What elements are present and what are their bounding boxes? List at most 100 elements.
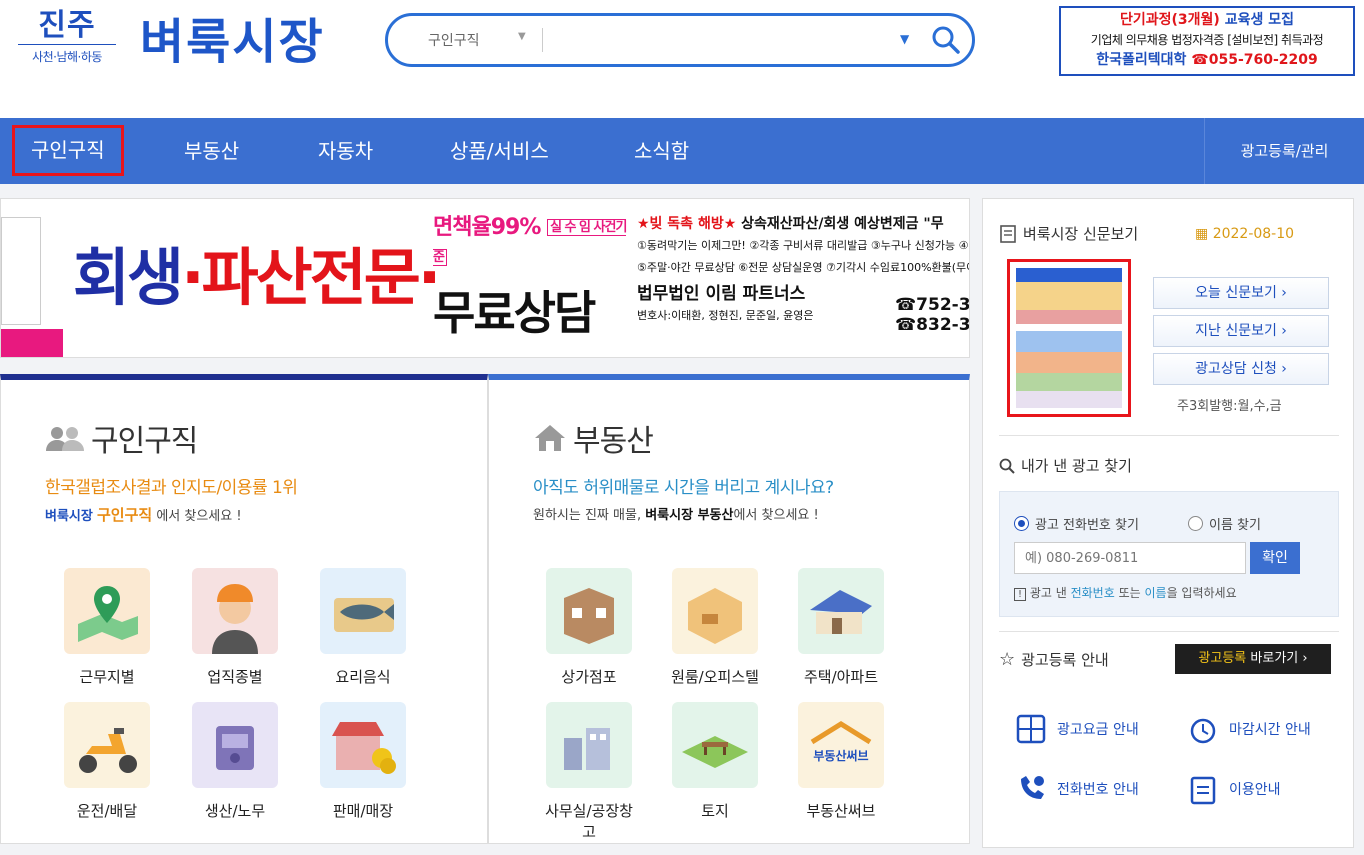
calculator-icon xyxy=(1016,714,1046,744)
go-ad-register-button[interactable]: 광고등록 바로가기 › xyxy=(1175,644,1331,674)
radio-name[interactable]: 이름 찾기 xyxy=(1188,514,1261,533)
cat-cooking[interactable]: 요리음식 xyxy=(313,568,413,687)
scooter-icon xyxy=(64,702,150,788)
radio-name-label: 이름 찾기 xyxy=(1209,518,1261,533)
svg-text:부동산써브: 부동산써브 xyxy=(813,748,868,763)
find-ad-label: 내가 낸 광고 찾기 xyxy=(1021,457,1132,475)
map-pin-icon xyxy=(64,568,150,654)
cat-house[interactable]: 주택/아파트 xyxy=(791,568,891,687)
cat-driving-label: 운전/배달 xyxy=(76,802,138,820)
cat-office[interactable]: 사무실/공장창고 xyxy=(539,702,639,842)
cat-house-label: 주택/아파트 xyxy=(803,668,879,686)
realty-title[interactable]: 부동산 xyxy=(533,416,654,460)
past-paper-button[interactable]: 지난 신문보기 › xyxy=(1153,315,1329,347)
cat-sales[interactable]: 판매/매장 xyxy=(313,702,413,821)
realty-subtitle: 아직도 허위매물로 시간을 버리고 계시나요? xyxy=(533,478,834,498)
top-ad-banner[interactable]: 단기과정(3개월) 교육생 모집 기업체 의무채용 법정자격증 [설비보전] 취… xyxy=(1059,6,1355,76)
logo[interactable]: 진주 사천·남해·하동 벼룩시장 xyxy=(18,8,348,76)
nav-item-jobs[interactable]: 구인구직 xyxy=(12,125,124,176)
banner-free: 무료상담 xyxy=(433,286,596,340)
shop-building-icon xyxy=(546,568,632,654)
users-icon xyxy=(46,427,84,451)
guide-usage[interactable]: 이용안내 xyxy=(1187,773,1337,805)
paper-section-title: 벼룩시장 신문보기 xyxy=(999,223,1138,244)
header: 진주 사천·남해·하동 벼룩시장 구인구직 ▼ ▼ 단기과정(3개월) 교육생 … xyxy=(0,0,1364,118)
radio-phone-dot[interactable] xyxy=(1014,516,1029,531)
search-input[interactable] xyxy=(552,26,892,54)
banner-mid: 면책율99% 실 수 임 사건기준 무료상담 xyxy=(433,213,629,353)
cat-location[interactable]: 근무지별 xyxy=(57,568,157,687)
jobs-subtitle2: 벼룩시장 구인구직 에서 찾으세요 ! xyxy=(45,506,242,524)
machine-icon xyxy=(192,702,278,788)
logo-subregion: 사천·남해·하동 xyxy=(18,44,116,65)
ad-register-label: 광고등록 안내 xyxy=(1021,651,1109,669)
info-icon: ! xyxy=(1014,588,1027,601)
calendar-icon: ▦ xyxy=(1195,226,1209,242)
realty-title-text: 부동산 xyxy=(573,424,654,459)
realty-serve-logo-icon: 부동산써브 xyxy=(798,702,884,788)
cat-office-label: 사무실/공장창고 xyxy=(545,802,633,841)
magnifier-icon xyxy=(999,458,1015,474)
store-icon xyxy=(320,702,406,788)
realty-panel: 부동산 아직도 허위매물로 시간을 버리고 계시나요? 원하시는 진짜 매물, … xyxy=(488,374,970,844)
search-icon[interactable] xyxy=(930,24,962,56)
cat-production[interactable]: 생산/노무 xyxy=(185,702,285,821)
cat-realty-serve[interactable]: 부동산써브 부동산써브 xyxy=(791,702,891,821)
cat-driving[interactable]: 운전/배달 xyxy=(57,702,157,821)
find-ad-title: 내가 낸 광고 찾기 xyxy=(999,455,1132,476)
alarm-clock-icon xyxy=(1190,718,1216,744)
land-bench-icon xyxy=(672,702,758,788)
banner-prev-edge[interactable] xyxy=(1,217,41,325)
jobs-title[interactable]: 구인구직 xyxy=(45,416,198,460)
house-icon xyxy=(798,568,884,654)
top-ad-line2: 기업체 의무채용 법정자격증 [설비보전] 취득과정 xyxy=(1090,33,1324,47)
cat-oneroom[interactable]: 원룸/오피스텔 xyxy=(665,568,765,687)
nav-item-goods[interactable]: 상품/서비스 xyxy=(450,118,549,184)
realty-subtitle2: 원하시는 진짜 매물, 벼룩시장 부동산에서 찾으세요 ! xyxy=(533,508,819,523)
search-dropdown-icon[interactable]: ▼ xyxy=(900,32,909,46)
newspaper-preview xyxy=(1016,268,1122,408)
radio-name-dot[interactable] xyxy=(1188,516,1203,531)
jobs-title-text: 구인구직 xyxy=(91,424,198,459)
nav-item-car[interactable]: 자동차 xyxy=(318,118,373,184)
find-ad-form: 광고 전화번호 찾기 이름 찾기 확인 ! 광고 낸 전화번호 또는 이름을 입… xyxy=(999,491,1339,617)
phone-number-input[interactable] xyxy=(1014,542,1246,574)
newspaper-thumbnail[interactable] xyxy=(1007,259,1131,417)
banner-pct: 면책율99% 실 수 임 사건기준 xyxy=(433,213,629,273)
cat-job-type[interactable]: 업직종별 xyxy=(185,568,285,687)
cat-location-label: 근무지별 xyxy=(79,668,135,686)
fish-dish-icon xyxy=(320,568,406,654)
paper-section-label: 벼룩시장 신문보기 xyxy=(1023,225,1139,243)
nav-item-realty[interactable]: 부동산 xyxy=(184,118,239,184)
banner-line2: ①동려막기는 이제그만! ②각종 구비서류 대리발급 ③누구나 신청가능 ④경남 xyxy=(637,239,970,252)
guide-phone[interactable]: 전화번호 안내 xyxy=(1015,773,1165,805)
search-bar: 구인구직 ▼ ▼ xyxy=(385,13,975,67)
nav-ad-manage[interactable]: 광고등록/관리 xyxy=(1204,118,1364,184)
confirm-button[interactable]: 확인 xyxy=(1250,542,1300,574)
main-ad-banner[interactable]: 회생·파산전문· 면책율99% 실 수 임 사건기준 무료상담 ★빚 독촉 해방… xyxy=(0,198,970,358)
logo-region[interactable]: 진주 사천·남해·하동 xyxy=(18,8,116,74)
banner-pct-value: 면책율99% xyxy=(433,215,541,240)
top-ad-line3: 한국폴리텍대학 ☎055-760-2209 xyxy=(1096,52,1318,68)
banner-line3: ⑤주말·야간 무료상담 ⑥전문 상담실운영 ⑦기각시 수임료100%환불(무이자 xyxy=(637,261,970,274)
main-nav: 구인구직 부동산 자동차 상품/서비스 소식함 광고등록/관리 xyxy=(0,118,1364,184)
logo-site-name[interactable]: 벼룩시장 xyxy=(140,10,325,74)
today-paper-button[interactable]: 오늘 신문보기 › xyxy=(1153,277,1329,309)
paper-date: ▦ 2022-08-10 xyxy=(1195,226,1294,242)
cat-job-type-label: 업직종별 xyxy=(207,668,263,686)
cat-store[interactable]: 상가점포 xyxy=(539,568,639,687)
ad-consult-button[interactable]: 광고상담 신청 › xyxy=(1153,353,1329,385)
top-ad-line1: 단기과정(3개월) 교육생 모집 xyxy=(1120,12,1294,28)
radio-phone[interactable]: 광고 전화번호 찾기 xyxy=(1014,514,1139,533)
sidebar: 벼룩시장 신문보기 ▦ 2022-08-10 오늘 신문보기 › 지난 신문보기… xyxy=(982,198,1354,848)
cat-land[interactable]: 토지 xyxy=(665,702,765,821)
guide-ad-price[interactable]: 광고요금 안내 xyxy=(1015,713,1165,745)
clipboard-icon xyxy=(1190,776,1216,805)
search-category-select[interactable]: 구인구직 xyxy=(428,30,480,50)
phone-icon xyxy=(1021,776,1044,799)
guide-ad-price-label: 광고요금 안내 xyxy=(1057,722,1139,738)
document-icon xyxy=(1000,224,1016,243)
guide-deadline[interactable]: 마감시간 안내 xyxy=(1187,713,1337,745)
chevron-down-icon[interactable]: ▼ xyxy=(518,31,526,42)
nav-item-news[interactable]: 소식함 xyxy=(634,118,689,184)
